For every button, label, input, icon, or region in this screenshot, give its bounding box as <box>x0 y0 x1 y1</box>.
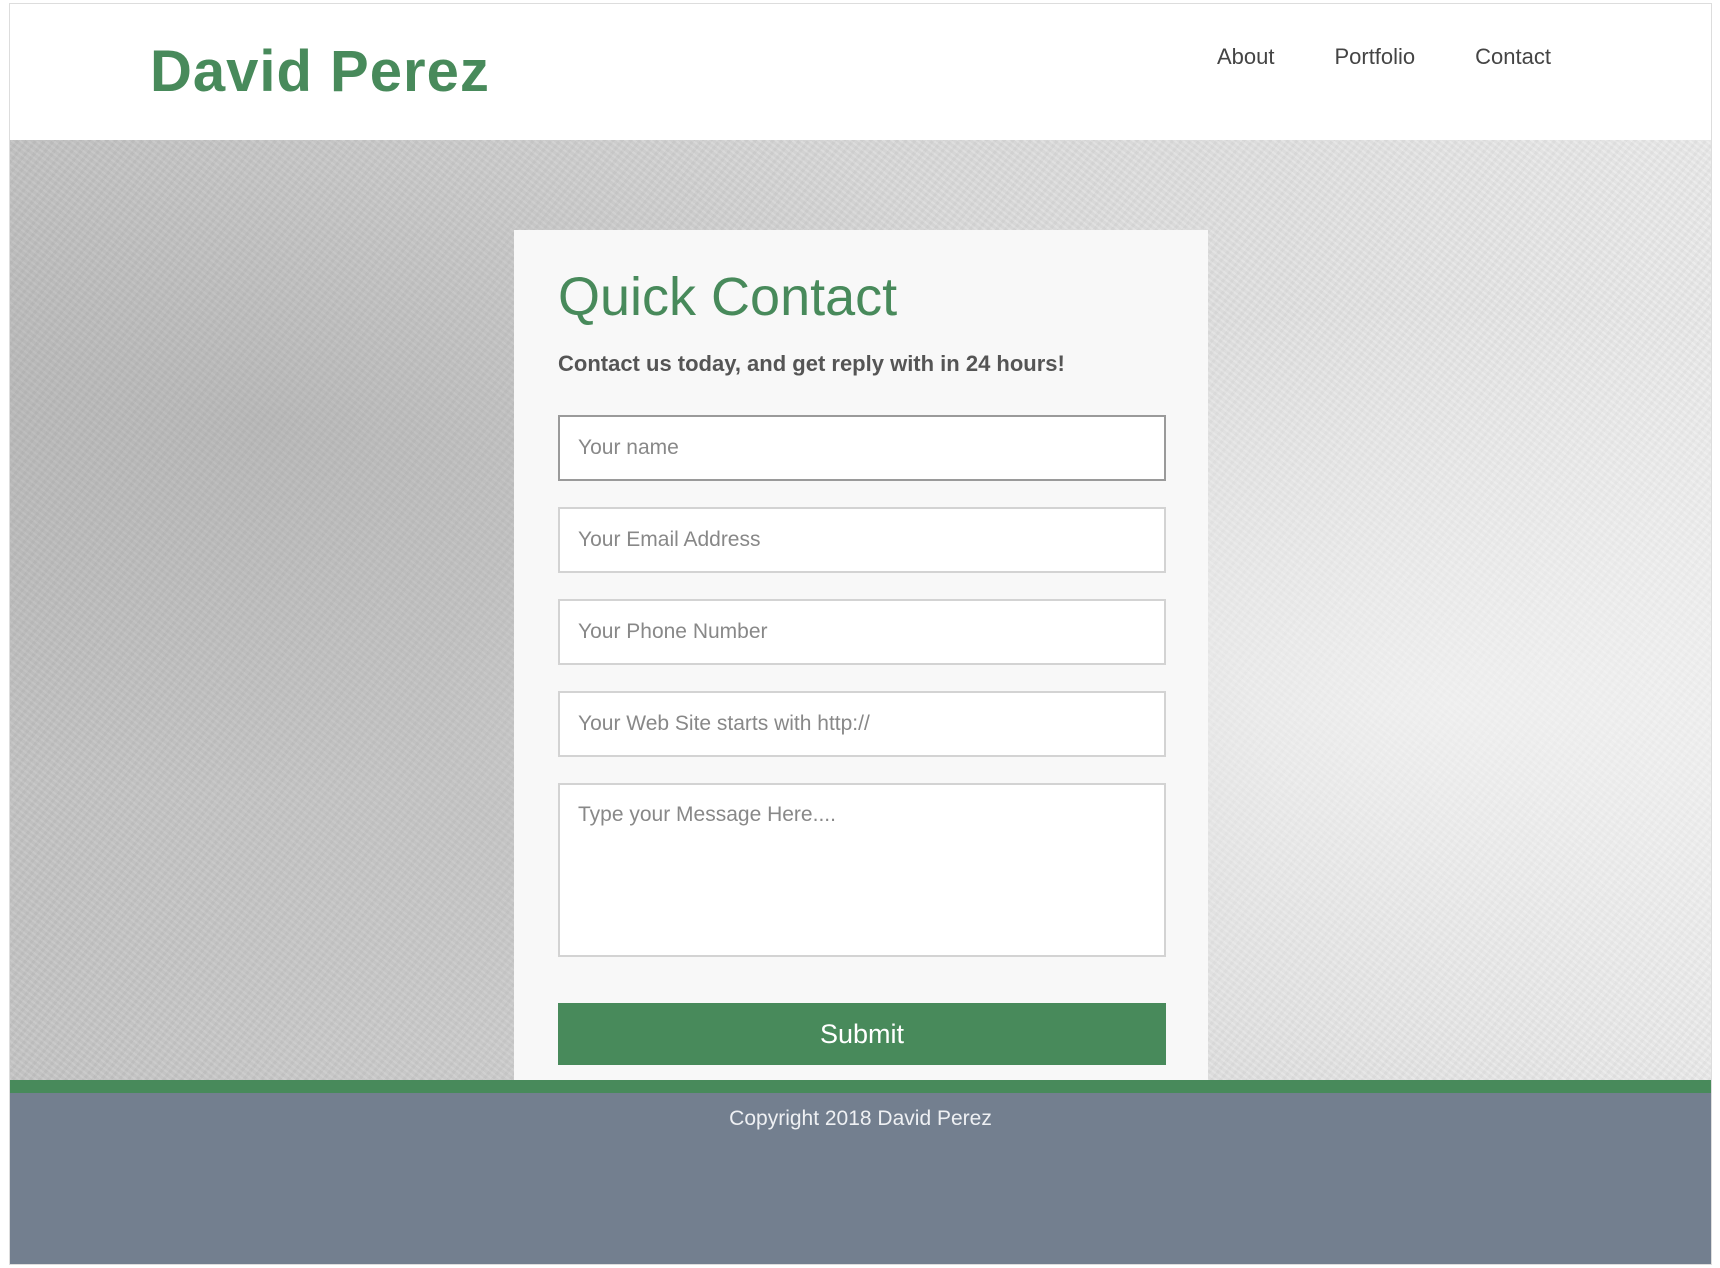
hero-background: Quick Contact Contact us today, and get … <box>10 140 1711 1080</box>
email-input[interactable] <box>558 507 1166 574</box>
footer-accent-stripe <box>10 1080 1711 1093</box>
site-footer: Copyright 2018 David Perez <box>10 1093 1711 1264</box>
quick-contact-card: Quick Contact Contact us today, and get … <box>514 230 1208 1080</box>
copyright-text: Copyright 2018 David Perez <box>729 1107 992 1130</box>
submit-button[interactable]: Submit <box>558 1003 1166 1066</box>
message-textarea[interactable] <box>558 783 1166 958</box>
site-header: David Perez About Portfolio Contact <box>10 4 1711 140</box>
main-nav: About Portfolio Contact <box>1217 44 1551 70</box>
phone-input[interactable] <box>558 599 1166 666</box>
website-input[interactable] <box>558 691 1166 758</box>
site-brand[interactable]: David Perez <box>150 38 490 105</box>
nav-link-contact[interactable]: Contact <box>1475 44 1551 70</box>
nav-link-portfolio[interactable]: Portfolio <box>1334 44 1415 70</box>
nav-link-about[interactable]: About <box>1217 44 1275 70</box>
contact-title: Quick Contact <box>558 267 898 327</box>
contact-subtitle: Contact us today, and get reply with in … <box>558 351 1065 377</box>
name-input[interactable] <box>558 415 1166 482</box>
page-frame: David Perez About Portfolio Contact Quic… <box>9 3 1712 1265</box>
